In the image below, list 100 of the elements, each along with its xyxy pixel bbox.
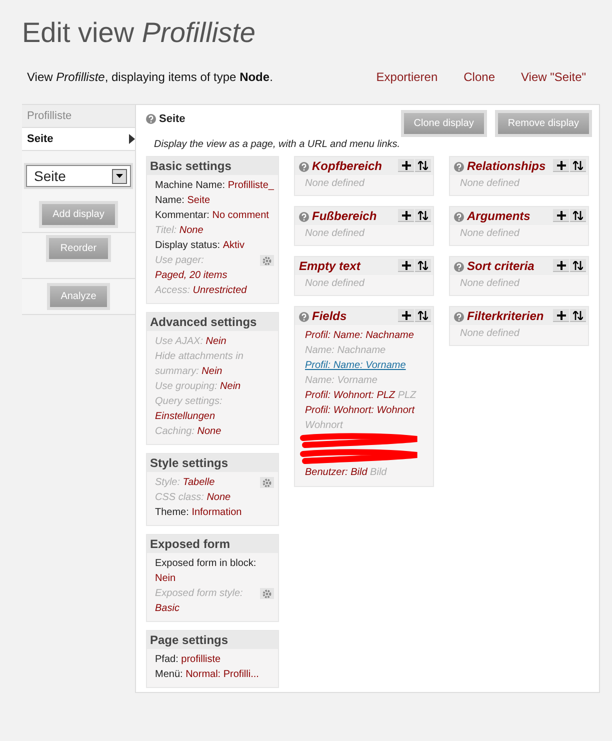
add-icon[interactable] [553, 159, 569, 172]
setting-link[interactable]: Nein [202, 364, 222, 379]
setting-text: Query settings: Einstellungen [155, 395, 224, 424]
display-description: Display the view as a page, with a URL and menu links. [154, 139, 402, 150]
section-title: Filterkriterien [467, 309, 544, 323]
empty-text: None defined [460, 278, 521, 289]
setting-link[interactable]: profilliste [181, 652, 221, 667]
setting-link[interactable]: Tabelle [182, 475, 215, 490]
setting-text: Exposed form style: Basic [155, 587, 244, 616]
help-icon[interactable] [299, 212, 309, 222]
section-title: Fußbereich [312, 209, 377, 223]
setting-text: Caching: None [155, 424, 222, 439]
setting-text: Machine Name: Profilliste_ [155, 178, 274, 193]
help-icon[interactable] [299, 312, 309, 322]
gear-icon[interactable] [260, 477, 274, 488]
help-icon[interactable] [454, 262, 464, 272]
setting-link[interactable]: No comment [212, 208, 269, 223]
empty-text: None defined [305, 228, 366, 239]
add-icon[interactable] [553, 309, 569, 322]
rearrange-icon[interactable] [415, 209, 431, 222]
header-link[interactable]: Exportieren [376, 70, 438, 84]
rearrange-icon[interactable] [570, 259, 586, 272]
rearrange-icon[interactable] [570, 159, 586, 172]
rearrange-icon[interactable] [570, 209, 586, 222]
setting-link[interactable]: Unrestricted [192, 283, 247, 298]
setting-text: Name: Seite [155, 193, 210, 208]
setting-text: Display status: Aktiv [155, 238, 244, 253]
empty-text: None defined [460, 228, 521, 239]
field-entry[interactable]: Profil: Wohnort: PLZ PLZ [305, 388, 429, 403]
setting-link[interactable]: Nein [220, 379, 241, 394]
section-title: Empty text [299, 259, 360, 273]
setting-link[interactable]: Normal: Profilli... [186, 667, 259, 682]
panel-heading: Exposed form [147, 535, 278, 553]
help-icon[interactable] [454, 162, 464, 172]
setting-text: Access: Unrestricted [155, 283, 247, 298]
rearrange-icon[interactable] [415, 159, 431, 172]
panel-heading: Basic settings [147, 157, 278, 175]
empty-text: None defined [460, 178, 521, 189]
display-select[interactable]: Seite [26, 165, 131, 187]
field-entry[interactable]: Benutzer: Bild Bild [305, 465, 429, 480]
field-entry[interactable]: Profil: Wohnort: Wohnort Wohnort [305, 403, 429, 433]
setting-text: Style: Tabelle [155, 475, 215, 490]
setting-text: Theme: Information [155, 505, 242, 520]
field-entry[interactable]: Profil: Name: Nachname Name: Nachname [305, 328, 429, 358]
panel-heading: Advanced settings [147, 313, 278, 331]
help-icon[interactable] [454, 312, 464, 322]
setting-link[interactable]: Aktiv [222, 238, 244, 253]
setting-link[interactable]: Nein [155, 571, 176, 586]
panel-heading: Page settings [147, 631, 278, 649]
help-icon[interactable] [299, 162, 309, 172]
setting-link[interactable]: Nein [206, 334, 226, 349]
setting-link[interactable]: Profilliste_ [228, 178, 274, 193]
rearrange-icon[interactable] [570, 309, 586, 322]
dropdown-icon [112, 168, 127, 184]
setting-link[interactable]: None [197, 424, 222, 439]
setting-text: Kommentar: No comment [155, 208, 269, 223]
add-icon[interactable] [553, 259, 569, 272]
section-title: Relationships [467, 159, 546, 173]
add-icon[interactable] [398, 159, 414, 172]
help-icon[interactable] [454, 212, 464, 222]
section-title: Sort criteria [467, 259, 534, 273]
empty-text: None defined [305, 278, 366, 289]
rearrange-icon[interactable] [415, 259, 431, 272]
setting-text: Use grouping: Nein [155, 379, 241, 394]
setting-text: Hide attachments in summary: Nein [155, 350, 244, 379]
setting-link[interactable]: Information [192, 505, 242, 520]
setting-link[interactable]: None [206, 490, 231, 505]
add-icon[interactable] [398, 259, 414, 272]
header-link[interactable]: View "Seite" [521, 70, 586, 84]
setting-text: Use AJAX: Nein [155, 334, 226, 349]
setting-text: Pfad: profilliste [155, 652, 221, 667]
page-title: Edit view Profilliste [21, 16, 256, 50]
setting-text: CSS class: None [155, 490, 231, 505]
section-title: Arguments [467, 209, 530, 223]
setting-text: Menü: Normal: Profilli... [155, 667, 259, 682]
setting-text: Titel: None [155, 223, 204, 238]
panel-heading: Style settings [147, 454, 278, 472]
gear-icon[interactable] [260, 255, 274, 266]
setting-link[interactable]: Paged, 20 items [155, 268, 228, 283]
section-title: Kopfbereich [312, 159, 382, 173]
add-icon[interactable] [398, 209, 414, 222]
rearrange-icon[interactable] [415, 309, 431, 322]
field-entry[interactable]: Profil: Name: Vorname Name: Vorname [305, 358, 429, 388]
display-tab[interactable]: Seite [22, 128, 135, 151]
empty-text: None defined [460, 328, 521, 339]
setting-text: Exposed form in block: Nein [155, 557, 258, 586]
view-description: View Profilliste, displaying items of type Node. [27, 70, 273, 84]
gear-icon[interactable] [260, 588, 274, 599]
add-icon[interactable] [398, 309, 414, 322]
empty-text: None defined [305, 178, 366, 189]
setting-link[interactable]: Basic [155, 601, 180, 616]
header-link[interactable]: Clone [464, 70, 495, 84]
setting-link[interactable]: Seite [187, 193, 210, 208]
setting-text: Use pager: Paged, 20 items [155, 254, 228, 283]
help-icon[interactable] [146, 114, 156, 124]
display-title: Seite [159, 113, 186, 125]
add-icon[interactable] [553, 209, 569, 222]
setting-link[interactable]: None [179, 223, 204, 238]
setting-link[interactable]: Einstellungen [155, 409, 216, 424]
section-title: Fields [312, 309, 347, 323]
